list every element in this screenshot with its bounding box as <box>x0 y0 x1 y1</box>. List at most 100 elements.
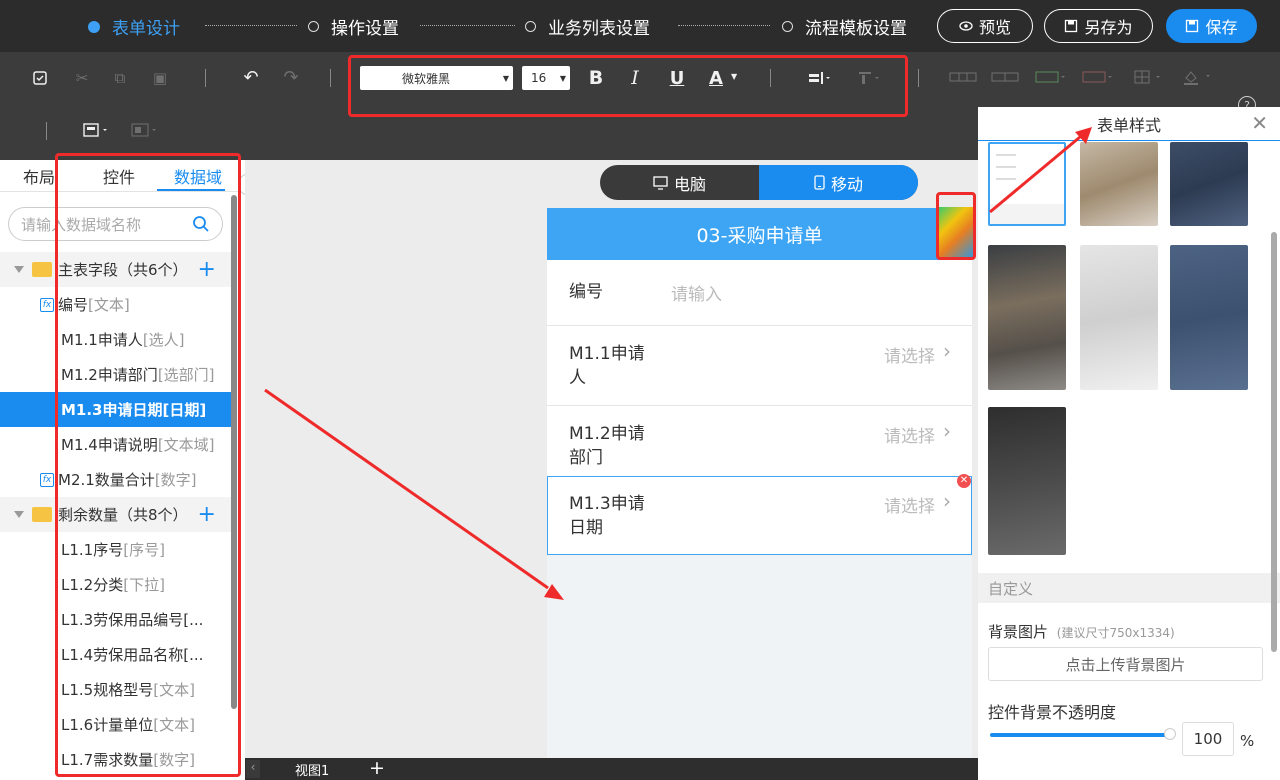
view-tabs-bar: ‹ 视图1 + <box>245 757 980 780</box>
step-dot <box>525 21 536 32</box>
form-field-applicant[interactable]: M1.1申请 人 请选择 › <box>547 326 972 406</box>
field-placeholder: 请选择 <box>884 427 935 447</box>
bg-image-label: 背景图片 <box>988 623 1049 641</box>
style-thumbnail-blue[interactable] <box>1170 245 1248 390</box>
field-label: M1.1申请 人 <box>569 344 645 388</box>
view-tab[interactable]: 视图1 <box>295 760 329 779</box>
save-as-button[interactable]: 另存为 <box>1044 9 1153 43</box>
undo-icon[interactable]: ↶ <box>240 66 262 88</box>
style-thumbnail-default[interactable] <box>988 142 1066 226</box>
toolbar-divider <box>205 69 206 87</box>
app-root: 表单设计 操作设置 业务列表设置 流程模板设置 预览 另存为 保存 ✂ ⧉ ▣ … <box>0 0 1280 780</box>
opacity-slider-track[interactable] <box>990 733 1170 737</box>
save-label: 保存 <box>1205 18 1238 37</box>
style-thumbnail-warm[interactable] <box>1080 142 1158 226</box>
select-all-icon[interactable] <box>30 68 50 88</box>
style-thumbnail-dark[interactable] <box>988 407 1066 555</box>
table-split-icon[interactable] <box>1080 68 1114 86</box>
phone-icon <box>814 175 825 190</box>
form-style-panel: 表单样式 ✕ 自定义 背景图片 (建议尺寸750x1334) 点击上传背景图片 … <box>978 107 1280 780</box>
step-label: 操作设置 <box>331 19 399 39</box>
table-merge-icon[interactable] <box>1033 68 1067 86</box>
custom-section-label: 自定义 <box>988 579 1034 598</box>
annotation-data-domain-highlight <box>55 153 241 777</box>
style-thumbnail-light[interactable] <box>1080 245 1158 390</box>
mobile-view-button[interactable]: 移动 <box>759 165 918 200</box>
desktop-label: 电脑 <box>673 174 706 194</box>
toolbar-divider <box>918 69 919 87</box>
field-placeholder: 请输入 <box>671 285 722 305</box>
desktop-view-button[interactable]: 电脑 <box>600 165 759 200</box>
style-thumbnail-desk[interactable] <box>988 245 1066 390</box>
toolbar-divider <box>330 69 331 87</box>
form-field-department[interactable]: M1.2申请 部门 请选择 › <box>547 406 972 486</box>
scroll-left-icon[interactable]: ‹ <box>246 760 260 778</box>
redo-icon[interactable]: ↷ <box>280 66 302 88</box>
opacity-slider-handle[interactable] <box>1164 728 1176 740</box>
step-label: 流程模板设置 <box>805 19 907 39</box>
step-connector <box>420 25 515 26</box>
bg-image-label-row: 背景图片 (建议尺寸750x1334) <box>988 621 1175 642</box>
opacity-input[interactable]: 100 <box>1182 722 1234 756</box>
save-as-icon <box>1065 19 1078 33</box>
chevron-right-icon: › <box>943 339 951 363</box>
field-placeholder: 请选择 <box>884 497 935 517</box>
formula-icon: fx <box>40 297 54 312</box>
close-icon[interactable]: ✕ <box>1251 111 1268 135</box>
form-title: 03-采购申请单 <box>547 208 972 260</box>
chevron-right-icon: › <box>943 489 951 513</box>
layout-icon[interactable] <box>82 120 112 140</box>
caret-down-icon[interactable] <box>14 511 24 518</box>
opacity-value: 100 <box>1193 730 1223 748</box>
field-label: 编号 <box>569 282 603 302</box>
tab-layout[interactable]: 布局 <box>23 164 55 188</box>
table-row-icon[interactable] <box>990 68 1020 86</box>
annotation-corner-highlight <box>936 192 976 260</box>
save-as-label: 另存为 <box>1084 18 1133 37</box>
step-operation-settings[interactable]: 操作设置 <box>308 14 399 39</box>
form-field-number[interactable]: 编号 请输入 <box>547 260 972 326</box>
mobile-form-preview: 03-采购申请单 编号 请输入 M1.1申请 人 请选择 › M1.2申请 部门… <box>547 208 972 758</box>
field-label: M1.2申请 部门 <box>569 424 645 468</box>
step-flow-template-settings[interactable]: 流程模板设置 <box>782 14 907 39</box>
step-dot <box>782 21 793 32</box>
step-form-design[interactable]: 表单设计 <box>88 14 180 39</box>
border-icon[interactable] <box>1132 68 1166 86</box>
paste-icon[interactable]: ▣ <box>150 68 170 88</box>
layout-alt-icon[interactable] <box>130 120 160 140</box>
bg-image-hint: (建议尺寸750x1334) <box>1056 626 1175 640</box>
save-icon <box>1186 19 1199 33</box>
style-thumbnail-navy[interactable] <box>1170 142 1248 226</box>
opacity-unit: % <box>1240 732 1255 750</box>
toolbar-divider <box>46 122 47 140</box>
fill-color-icon[interactable] <box>1180 68 1214 86</box>
table-insert-icon[interactable] <box>948 68 978 86</box>
preview-label: 预览 <box>978 18 1011 37</box>
right-panel-scrollbar[interactable] <box>1271 232 1277 652</box>
folder-icon <box>32 262 52 277</box>
preview-button[interactable]: 预览 <box>937 9 1033 43</box>
copy-icon[interactable]: ⧉ <box>110 68 130 88</box>
delete-field-icon[interactable]: ✕ <box>957 474 971 488</box>
custom-section-header: 自定义 <box>978 573 1280 603</box>
form-style-title: 表单样式 <box>1096 115 1161 135</box>
chevron-right-icon: › <box>943 419 951 443</box>
cut-icon[interactable]: ✂ <box>72 68 92 88</box>
form-field-date-selected[interactable]: M1.3申请 日期 请选择 › ✕ <box>547 474 972 555</box>
add-view-button[interactable]: + <box>369 757 385 779</box>
step-dot <box>308 21 319 32</box>
mobile-label: 移动 <box>830 174 863 194</box>
eye-icon <box>959 21 973 31</box>
folder-icon <box>32 507 52 522</box>
field-label: M1.3申请 日期 <box>569 494 645 538</box>
step-business-list-settings[interactable]: 业务列表设置 <box>525 14 650 39</box>
save-button[interactable]: 保存 <box>1166 9 1257 43</box>
opacity-label: 控件背景不透明度 <box>988 703 1117 722</box>
step-label: 表单设计 <box>112 19 180 39</box>
step-dot <box>88 20 100 33</box>
monitor-icon <box>653 175 668 190</box>
caret-down-icon[interactable] <box>14 266 24 273</box>
panel-title: 表单样式 ✕ <box>978 107 1280 141</box>
upload-bg-label: 点击上传背景图片 <box>1065 655 1186 674</box>
upload-bg-button[interactable]: 点击上传背景图片 <box>988 647 1263 681</box>
